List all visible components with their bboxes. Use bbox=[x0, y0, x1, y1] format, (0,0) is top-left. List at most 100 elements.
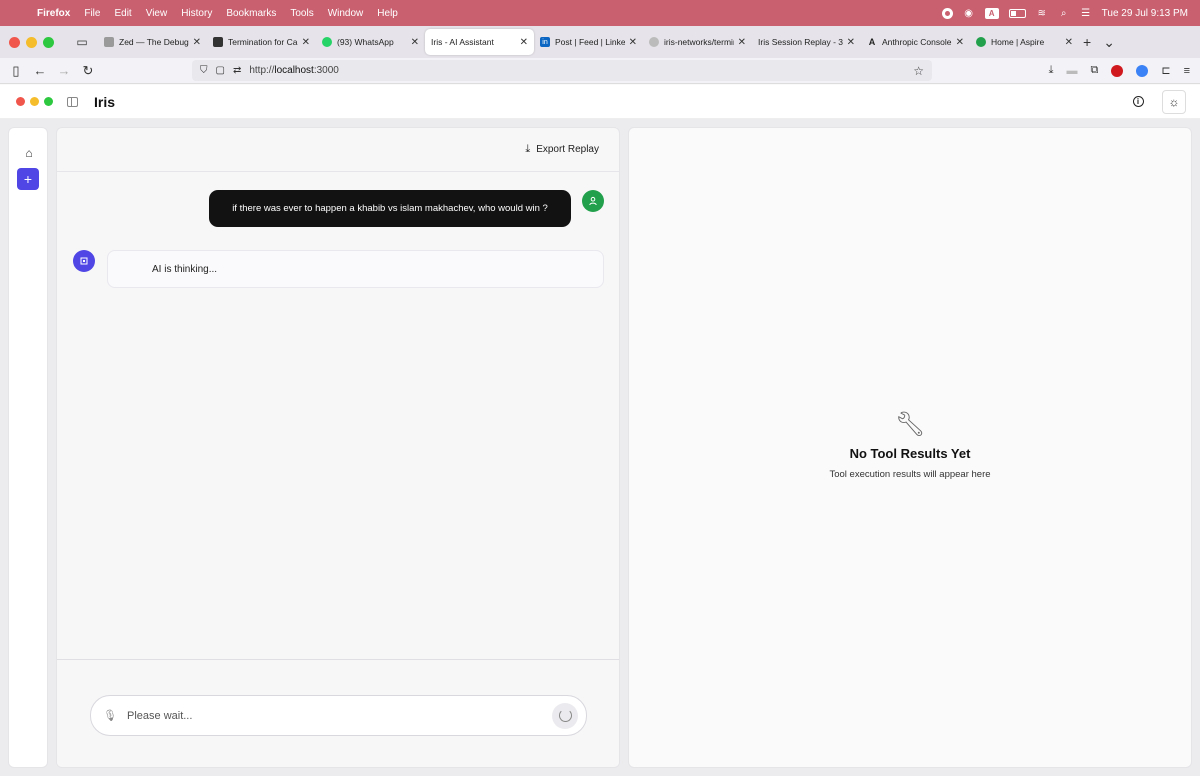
close-window-button[interactable] bbox=[9, 36, 20, 48]
panel-toggle-icon[interactable] bbox=[67, 96, 78, 107]
record-icon[interactable] bbox=[941, 7, 953, 19]
export-replay-button[interactable]: ⤓ Export Replay bbox=[525, 143, 599, 156]
close-tab-icon[interactable]: ✕ bbox=[847, 37, 855, 48]
bookmark-star-icon[interactable]: ☆ bbox=[913, 64, 924, 78]
aspire-favicon-icon bbox=[976, 37, 986, 47]
battery-icon[interactable] bbox=[1008, 8, 1026, 18]
main-area: ⌂ + ⤓ Export Replay if there was ever to… bbox=[0, 119, 1200, 776]
back-arrow-icon[interactable]: ← bbox=[28, 63, 52, 78]
tab-aspire[interactable]: Home | Aspire ✕ bbox=[970, 29, 1079, 55]
url-port: :3000 bbox=[313, 65, 339, 76]
macos-menubar: Firefox File Edit View History Bookmarks… bbox=[0, 0, 1200, 26]
tab-title: (93) WhatsApp bbox=[337, 37, 394, 47]
tab-title: Zed — The Debugger bbox=[119, 37, 189, 47]
anthropic-favicon-icon: A bbox=[868, 37, 876, 47]
chat-input-container: 🎙︎ bbox=[90, 695, 587, 736]
app-yellow-dot bbox=[30, 97, 39, 106]
minimize-window-button[interactable] bbox=[26, 36, 37, 48]
app-window-dots bbox=[16, 97, 53, 106]
spotlight-search-icon[interactable]: ⌕ bbox=[1058, 7, 1070, 19]
app-menu-icon[interactable]: ≡ bbox=[1184, 65, 1190, 77]
url-text[interactable]: http://localhost:3000 bbox=[249, 65, 913, 76]
empty-state-subtitle: Tool execution results will appear here bbox=[829, 469, 991, 480]
extension-blue-icon[interactable] bbox=[1136, 64, 1149, 77]
home-icon[interactable]: ⌂ bbox=[20, 144, 38, 162]
chat-input[interactable] bbox=[127, 709, 552, 722]
new-tab-plus-icon[interactable]: + bbox=[1083, 34, 1091, 50]
wifi-icon[interactable]: ≋ bbox=[1036, 7, 1048, 19]
tab-iris-active[interactable]: Iris - AI Assistant ✕ bbox=[425, 29, 534, 55]
menu-file[interactable]: File bbox=[84, 8, 100, 19]
close-tab-icon[interactable]: ✕ bbox=[193, 37, 201, 48]
side-rail: ⌂ + bbox=[8, 127, 48, 768]
fullscreen-window-button[interactable] bbox=[43, 36, 54, 48]
permissions-icon[interactable]: ⇄ bbox=[233, 65, 241, 76]
forward-arrow-icon[interactable]: → bbox=[52, 63, 76, 78]
menu-help[interactable]: Help bbox=[377, 8, 398, 19]
close-tab-icon[interactable]: ✕ bbox=[411, 37, 419, 48]
extensions-puzzle-icon[interactable]: ⧉ bbox=[1091, 64, 1099, 77]
menu-view[interactable]: View bbox=[146, 8, 168, 19]
loading-send-button[interactable] bbox=[552, 702, 578, 729]
control-center-icon[interactable]: ☰ bbox=[1080, 7, 1092, 19]
chat-panel: ⤓ Export Replay if there was ever to hap… bbox=[56, 127, 620, 768]
close-tab-icon[interactable]: ✕ bbox=[302, 37, 310, 48]
tab-zed[interactable]: Zed — The Debugger ✕ bbox=[98, 29, 207, 55]
downloads-icon[interactable]: ⤓ bbox=[1049, 64, 1054, 77]
ai-status-text: AI is thinking... bbox=[152, 263, 218, 275]
app-red-dot bbox=[16, 97, 25, 106]
tab-title: Iris Session Replay - 32 bbox=[758, 37, 843, 47]
menu-history[interactable]: History bbox=[181, 8, 212, 19]
tab-linkedin[interactable]: in Post | Feed | LinkedIn ✕ bbox=[534, 29, 643, 55]
address-bar[interactable]: ⛉ ▢ ⇄ http://localhost:3000 ☆ bbox=[192, 60, 932, 81]
tab-anthropic[interactable]: A Anthropic Console ✕ bbox=[861, 29, 970, 55]
close-tab-icon[interactable]: ✕ bbox=[956, 37, 964, 48]
tab-github[interactable]: iris-networks/terminal ✕ bbox=[643, 29, 752, 55]
tab-actions: + ⌄ bbox=[1083, 34, 1115, 51]
tab-termination[interactable]: Termination for Cause ✕ bbox=[207, 29, 316, 55]
download-icon: ⤓ bbox=[525, 143, 531, 155]
tab-session-replay[interactable]: Iris Session Replay - 32 ✕ bbox=[752, 29, 861, 55]
menu-window[interactable]: Window bbox=[328, 8, 364, 19]
list-all-tabs-chevron-icon[interactable]: ⌄ bbox=[1103, 34, 1115, 51]
close-tab-icon[interactable]: ✕ bbox=[1065, 37, 1073, 48]
close-tab-icon[interactable]: ✕ bbox=[520, 37, 528, 48]
opera-icon[interactable]: ◉ bbox=[963, 7, 975, 19]
microphone-icon[interactable]: 🎙︎ bbox=[103, 709, 117, 722]
new-chat-button[interactable]: + bbox=[17, 168, 39, 190]
app-title: Iris bbox=[94, 93, 116, 110]
tab-manager-icon[interactable]: ▭ bbox=[74, 34, 90, 50]
theme-toggle-button[interactable]: ☼ bbox=[1162, 89, 1186, 114]
close-tab-icon[interactable]: ✕ bbox=[738, 37, 746, 48]
menu-app-name[interactable]: Firefox bbox=[37, 8, 70, 19]
user-avatar-icon bbox=[582, 190, 604, 212]
export-replay-label: Export Replay bbox=[536, 144, 599, 155]
sidebar-toggle-icon[interactable]: ▯ bbox=[4, 63, 28, 79]
info-button[interactable]: i bbox=[1126, 90, 1150, 114]
close-tab-icon[interactable]: ✕ bbox=[629, 37, 637, 48]
menu-bookmarks[interactable]: Bookmarks bbox=[226, 8, 276, 19]
sun-icon: ☼ bbox=[1168, 94, 1180, 109]
tab-title: Home | Aspire bbox=[991, 37, 1045, 47]
reload-icon[interactable]: ↻ bbox=[76, 63, 100, 79]
github-favicon-icon bbox=[649, 37, 659, 47]
window-controls bbox=[9, 36, 54, 48]
menu-tools[interactable]: Tools bbox=[290, 8, 313, 19]
menubar-datetime[interactable]: Tue 29 Jul 9:13 PM bbox=[1102, 8, 1188, 19]
menu-edit[interactable]: Edit bbox=[114, 8, 131, 19]
url-scheme: http:// bbox=[249, 65, 275, 76]
reader-bar-icon[interactable]: ▬ bbox=[1067, 65, 1078, 77]
whatsapp-favicon-icon bbox=[322, 37, 332, 47]
shield-icon[interactable]: ⛉ bbox=[200, 65, 208, 76]
page-info-icon[interactable]: ▢ bbox=[216, 65, 225, 76]
browser-navigation-bar: ▯ ← → ↻ ⛉ ▢ ⇄ http://localhost:3000 ☆ ⤓ … bbox=[0, 58, 1200, 84]
ublock-extension-icon[interactable] bbox=[1111, 64, 1124, 77]
empty-state-title: No Tool Results Yet bbox=[849, 446, 971, 461]
tab-whatsapp[interactable]: (93) WhatsApp ✕ bbox=[316, 29, 425, 55]
person-icon bbox=[589, 196, 597, 206]
claude-extension-icon[interactable]: ⊏ bbox=[1161, 64, 1170, 77]
chat-input-area: 🎙︎ bbox=[57, 659, 619, 767]
url-host: localhost bbox=[274, 65, 314, 76]
tab-title: iris-networks/terminal bbox=[664, 37, 734, 47]
input-source-badge[interactable]: A bbox=[984, 7, 999, 19]
